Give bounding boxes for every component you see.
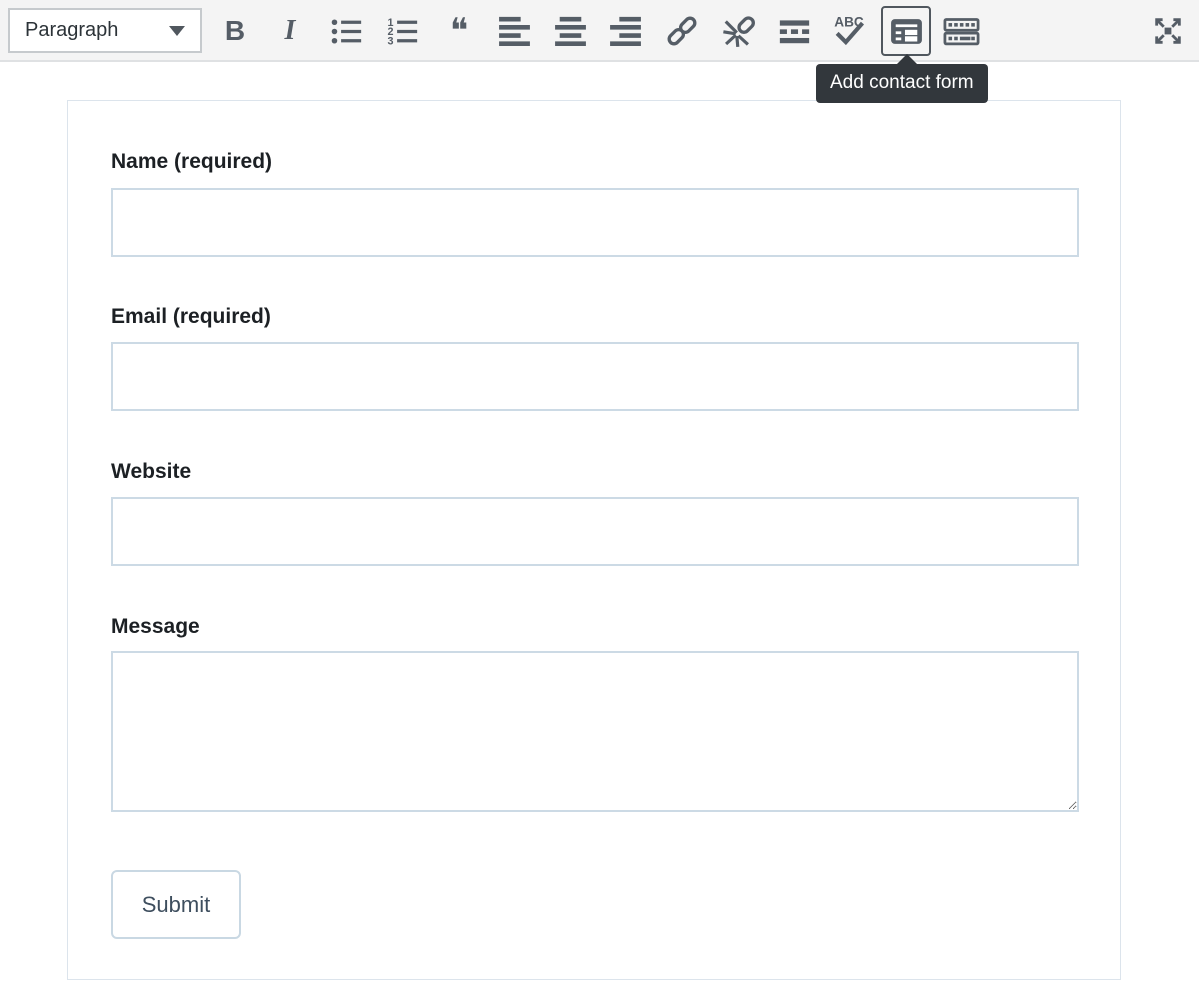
insert-link-button[interactable] xyxy=(660,9,704,53)
bulleted-list-icon xyxy=(328,13,365,50)
editor-toolbar: Paragraph B I 1 2 3 ❝ xyxy=(0,0,1199,62)
name-label: Name (required) xyxy=(111,150,272,174)
message-label: Message xyxy=(111,615,200,639)
submit-button[interactable]: Submit xyxy=(111,870,241,939)
numbered-list-icon: 1 2 3 xyxy=(384,13,421,50)
svg-text:3: 3 xyxy=(387,35,393,47)
remove-link-button[interactable] xyxy=(718,9,762,53)
align-left-icon xyxy=(496,13,533,50)
italic-icon: I xyxy=(285,15,296,47)
align-left-button[interactable] xyxy=(492,9,536,53)
email-input[interactable] xyxy=(111,342,1079,411)
paragraph-dropdown[interactable]: Paragraph xyxy=(8,8,202,53)
italic-button[interactable]: I xyxy=(268,9,312,53)
website-label: Website xyxy=(111,460,191,484)
name-input[interactable] xyxy=(111,188,1079,257)
align-right-button[interactable] xyxy=(603,9,647,53)
blockquote-button[interactable]: ❝ xyxy=(437,9,481,53)
contact-form-preview: Name (required) Email (required) Website… xyxy=(67,100,1121,980)
align-right-icon xyxy=(607,13,644,50)
spellcheck-icon: ABC xyxy=(830,12,868,50)
align-center-icon xyxy=(552,13,589,50)
blockquote-icon: ❝ xyxy=(450,14,468,48)
align-center-button[interactable] xyxy=(548,9,592,53)
bold-button[interactable]: B xyxy=(213,9,257,53)
keyboard-icon xyxy=(942,12,981,51)
add-contact-form-button[interactable] xyxy=(881,6,931,56)
contact-form-icon xyxy=(888,13,925,50)
link-icon xyxy=(663,12,701,50)
tooltip-arrow xyxy=(896,54,918,65)
spellcheck-button[interactable]: ABC xyxy=(827,9,871,53)
fullscreen-button[interactable] xyxy=(1146,9,1190,53)
dropdown-caret-icon xyxy=(169,26,185,36)
bold-icon: B xyxy=(225,15,245,47)
add-contact-form-tooltip: Add contact form xyxy=(816,64,988,103)
broken-link-icon xyxy=(721,12,759,50)
read-more-tag-icon xyxy=(776,13,813,50)
email-label: Email (required) xyxy=(111,305,271,329)
insert-read-more-button[interactable] xyxy=(772,9,816,53)
numbered-list-button[interactable]: 1 2 3 xyxy=(380,9,424,53)
toolbar-toggle-button[interactable] xyxy=(939,9,983,53)
fullscreen-icon xyxy=(1151,14,1185,48)
bulleted-list-button[interactable] xyxy=(324,9,368,53)
paragraph-dropdown-value: Paragraph xyxy=(25,19,118,42)
website-input[interactable] xyxy=(111,497,1079,566)
message-textarea[interactable] xyxy=(111,651,1079,812)
